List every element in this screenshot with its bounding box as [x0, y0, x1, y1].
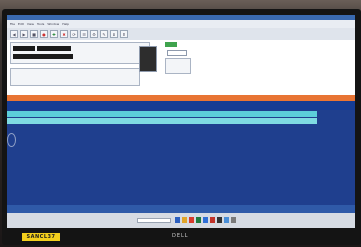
mail-icon[interactable] — [224, 217, 229, 223]
menu-item-view[interactable]: View — [27, 22, 34, 26]
list-icon[interactable]: ☰ — [80, 30, 88, 38]
spreadsheet-icon[interactable] — [196, 217, 201, 223]
black-input-3[interactable] — [13, 54, 73, 59]
table-row[interactable] — [7, 118, 317, 124]
edit-icon[interactable]: ✎ — [100, 30, 108, 38]
combo-select[interactable] — [167, 50, 187, 56]
black-input-2[interactable] — [37, 46, 71, 51]
monitor-screen: File Edit View Tools Window Help ◀ ▶ ■ ●… — [7, 15, 355, 228]
dark-list-box[interactable] — [139, 46, 157, 72]
taskbar-icons — [175, 217, 236, 223]
side-scroll-handle[interactable] — [7, 133, 16, 147]
taskbar — [7, 213, 355, 228]
field-row-2 — [13, 54, 73, 59]
options-group-box — [10, 68, 140, 86]
menu-item-window[interactable]: Window — [47, 22, 59, 26]
stop-icon[interactable]: ■ — [30, 30, 38, 38]
menu-item-tools[interactable]: Tools — [37, 22, 44, 26]
table-row[interactable] — [7, 111, 317, 117]
back-icon[interactable]: ◀ — [10, 30, 18, 38]
menu-bar: File Edit View Tools Window Help — [7, 20, 355, 28]
photo-background: File Edit View Tools Window Help ◀ ▶ ■ ●… — [0, 0, 361, 247]
menu-item-file[interactable]: File — [10, 22, 15, 26]
upload-icon[interactable]: ⬆ — [120, 30, 128, 38]
field-row-1 — [13, 46, 71, 51]
refresh-icon[interactable]: ⟳ — [70, 30, 78, 38]
asset-tag-sticker: SANCL37 — [22, 233, 60, 241]
forward-icon[interactable]: ▶ — [20, 30, 28, 38]
delete-icon[interactable]: ✖ — [60, 30, 68, 38]
mini-chart-box — [165, 58, 191, 74]
document-icon[interactable] — [203, 217, 208, 223]
add-icon[interactable]: ✚ — [50, 30, 58, 38]
menu-item-help[interactable]: Help — [62, 22, 69, 26]
form-panel — [7, 40, 355, 95]
record-icon[interactable]: ● — [40, 30, 48, 38]
browser-icon[interactable] — [189, 217, 194, 223]
settings-icon[interactable] — [231, 217, 236, 223]
taskbar-search-input[interactable] — [137, 218, 171, 223]
monitor-brand-logo: DELL — [172, 233, 189, 239]
gear-icon[interactable]: ⚙ — [90, 30, 98, 38]
menu-item-edit[interactable]: Edit — [18, 22, 24, 26]
terminal-icon[interactable] — [217, 217, 222, 223]
app-icon-red[interactable] — [210, 217, 215, 223]
grid-subheader — [7, 101, 355, 110]
download-icon[interactable]: ⬇ — [110, 30, 118, 38]
folder-icon[interactable] — [182, 217, 187, 223]
status-bar — [7, 205, 355, 213]
taskview-icon[interactable] — [175, 217, 180, 223]
status-badge — [165, 42, 177, 47]
toolbar: ◀ ▶ ■ ● ✚ ✖ ⟳ ☰ ⚙ ✎ ⬇ ⬆ — [7, 28, 355, 40]
black-input-1[interactable] — [13, 46, 35, 51]
